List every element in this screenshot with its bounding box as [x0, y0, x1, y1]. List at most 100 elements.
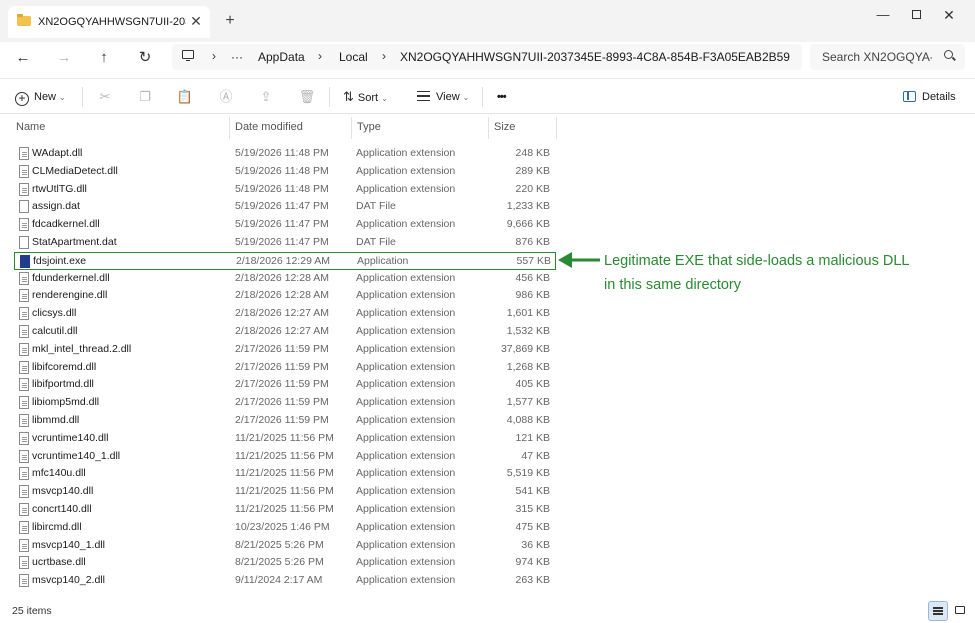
new-button[interactable]: + New ⌄ — [15, 87, 66, 107]
table-row[interactable]: libmmd.dll 2/17/2026 11:59 PM Application … — [14, 412, 556, 430]
table-row[interactable]: libircmd.dll 10/23/2025 1:46 PM Applicatio… — [14, 519, 556, 537]
table-row[interactable]: ucrtbase.dll 8/21/2025 5:26 PM Application… — [14, 554, 556, 572]
delete-icon[interactable]: 🗑 — [298, 88, 316, 106]
column-header-type[interactable]: Type — [357, 121, 381, 133]
file-date: 10/23/2025 1:46 PM — [235, 520, 330, 533]
exe-file-icon — [20, 254, 30, 268]
table-row[interactable]: mfc140u.dll 11/21/2025 11:56 PM Applicatio… — [14, 465, 556, 483]
sort-button[interactable]: ⇅ Sort ⌄ — [343, 87, 388, 107]
file-date: 11/21/2025 11:56 PM — [235, 467, 334, 480]
column-header-name[interactable]: Name — [16, 121, 45, 133]
new-tab-icon[interactable]: + — [222, 13, 238, 29]
dat-file-icon — [19, 200, 29, 214]
forward-arrow-icon[interactable]: → — [52, 46, 76, 70]
table-row[interactable]: WAdapt.dll 5/19/2026 11:48 PM Application … — [14, 145, 556, 163]
view-button[interactable]: View ⌄ — [417, 87, 469, 107]
table-row[interactable]: assign.dat 5/19/2026 11:47 PM DAT File 1,23… — [14, 198, 556, 216]
file-type: Application extension — [356, 556, 456, 569]
dll-file-icon — [19, 271, 29, 285]
table-row[interactable]: concrt140.dll 11/21/2025 11:56 PM Applicat… — [14, 501, 556, 519]
dll-file-icon — [19, 307, 29, 321]
paste-icon[interactable]: 📋 — [176, 88, 194, 106]
table-row[interactable]: msvcp140_2.dll 9/11/2024 2:17 AM Applicati… — [14, 572, 556, 590]
column-divider[interactable] — [556, 117, 557, 139]
table-row[interactable]: fdcadkernel.dll 5/19/2026 11:47 PM Applica… — [14, 216, 556, 234]
table-row[interactable]: libifcoremd.dll 2/17/2026 11:59 PM Applica… — [14, 359, 556, 377]
details-pane-button[interactable]: Details — [903, 87, 956, 107]
table-row[interactable]: renderengine.dll 2/18/2026 12:28 AM Applic… — [14, 287, 556, 305]
search-icon — [944, 50, 953, 59]
new-label: New — [34, 91, 57, 103]
file-date: 8/21/2025 5:26 PM — [235, 556, 324, 569]
file-date: 5/19/2026 11:47 PM — [235, 200, 329, 213]
more-options-button[interactable]: ••• — [497, 87, 507, 107]
breadcrumb-appdata[interactable]: AppData — [258, 50, 305, 64]
table-row[interactable]: calcutil.dll 2/18/2026 12:27 AM Applicatio… — [14, 323, 556, 341]
file-date: 2/18/2026 12:27 AM — [235, 307, 329, 320]
view-icon — [417, 91, 430, 101]
column-header-date[interactable]: Date modified — [235, 121, 303, 133]
breadcrumb-local[interactable]: Local — [339, 50, 368, 64]
table-row[interactable]: clicsys.dll 2/18/2026 12:27 AM Application… — [14, 305, 556, 323]
file-type: Application extension — [356, 378, 456, 391]
dll-file-icon — [19, 414, 29, 427]
table-row-selected[interactable]: fdsjoint.exe 2/18/2026 12:29 AM Applicatio… — [14, 251, 556, 270]
table-row[interactable]: fdunderkernel.dll 2/18/2026 12:28 AM Appli… — [14, 270, 556, 288]
list-view-icon — [933, 607, 943, 609]
table-row[interactable]: msvcp140_1.dll 8/21/2025 5:26 PM Applicati… — [14, 537, 556, 555]
annotation-line-1: Legitimate EXE that side-loads a malicio… — [604, 253, 910, 269]
column-divider[interactable] — [488, 117, 489, 139]
maximize-icon — [911, 10, 921, 19]
search-input[interactable]: Search XN2OGQYA-2037345E-8993-4C8A-854B-… — [810, 44, 965, 70]
table-row[interactable]: StatApartment.dat 5/19/2026 11:47 PM DAT F… — [14, 234, 556, 252]
table-row[interactable]: vcruntime140.dll 11/21/2025 11:56 PM Appli… — [14, 430, 556, 448]
table-row[interactable]: msvcp140.dll 11/21/2025 11:56 PM Applicati… — [14, 483, 556, 501]
active-tab[interactable]: XN2OGQYAHHWSGN7UII-2037345E-8993-4C8A-85… — [8, 6, 210, 38]
copy-icon[interactable]: ❐ — [136, 88, 154, 106]
file-name: vcruntime140_1.dll — [32, 449, 121, 462]
close-window-button[interactable]: ✕ — [934, 6, 964, 24]
tiles-view-icon — [955, 606, 965, 614]
file-name: libmmd.dll — [32, 414, 80, 426]
close-tab-icon[interactable]: ✕ — [189, 13, 203, 29]
dll-file-icon — [19, 164, 29, 178]
table-row[interactable]: rtwUtlTG.dll 5/19/2026 11:48 PM Applicatio… — [14, 181, 556, 199]
share-icon[interactable]: ⇪ — [257, 88, 275, 106]
up-arrow-icon[interactable]: ↑ — [92, 46, 116, 70]
cut-icon[interactable]: ✂ — [96, 88, 114, 106]
file-type: Application extension — [356, 414, 456, 426]
details-view-button[interactable] — [928, 601, 948, 621]
tiles-view-button[interactable] — [950, 601, 970, 621]
chevron-right-icon[interactable]: › — [382, 49, 386, 63]
file-type: Application extension — [356, 325, 456, 337]
table-row[interactable]: vcruntime140_1.dll 11/21/2025 11:56 PM App… — [14, 448, 556, 466]
table-row[interactable]: libifportmd.dll 2/17/2026 11:59 PM Applica… — [14, 376, 556, 394]
maximize-button[interactable] — [901, 6, 931, 24]
rename-icon[interactable]: Ⓐ — [217, 88, 235, 106]
chevron-right-icon[interactable]: › — [212, 49, 216, 63]
dll-file-icon — [19, 467, 29, 481]
file-type: Application extension — [356, 520, 456, 533]
dll-file-icon — [19, 289, 29, 303]
address-bar[interactable]: › ··· AppData › Local › XN2OGQYAHHWSGN7U… — [172, 44, 802, 70]
refresh-icon[interactable]: ↻ — [133, 46, 157, 70]
chevron-right-icon[interactable]: › — [318, 49, 322, 63]
file-size: 4,088 KB — [506, 414, 550, 426]
column-divider[interactable] — [229, 117, 230, 139]
breadcrumb-current-folder[interactable]: XN2OGQYAHHWSGN7UII-2037345E-8993-4C8A-85… — [400, 50, 790, 64]
column-divider[interactable] — [351, 117, 352, 139]
dll-file-icon — [19, 147, 29, 160]
column-header-size[interactable]: Size — [494, 121, 515, 133]
file-type: Application extension — [356, 289, 456, 302]
dll-file-icon — [19, 218, 29, 232]
breadcrumb-ellipsis[interactable]: ··· — [231, 50, 243, 64]
file-name: assign.dat — [32, 200, 80, 213]
file-date: 9/11/2024 2:17 AM — [235, 574, 323, 587]
table-row[interactable]: CLMediaDetect.dll 5/19/2026 11:48 PM Appli… — [14, 163, 556, 181]
minimize-button[interactable]: — — [868, 6, 898, 24]
file-name: libifportmd.dll — [32, 378, 94, 391]
table-row[interactable]: libiomp5md.dll 2/17/2026 11:59 PM Applicat… — [14, 394, 556, 412]
back-arrow-icon[interactable]: ← — [11, 46, 35, 70]
table-row[interactable]: mkl_intel_thread.2.dll 2/17/2026 11:59 PM… — [14, 341, 556, 359]
file-date: 11/21/2025 11:56 PM — [235, 485, 334, 498]
